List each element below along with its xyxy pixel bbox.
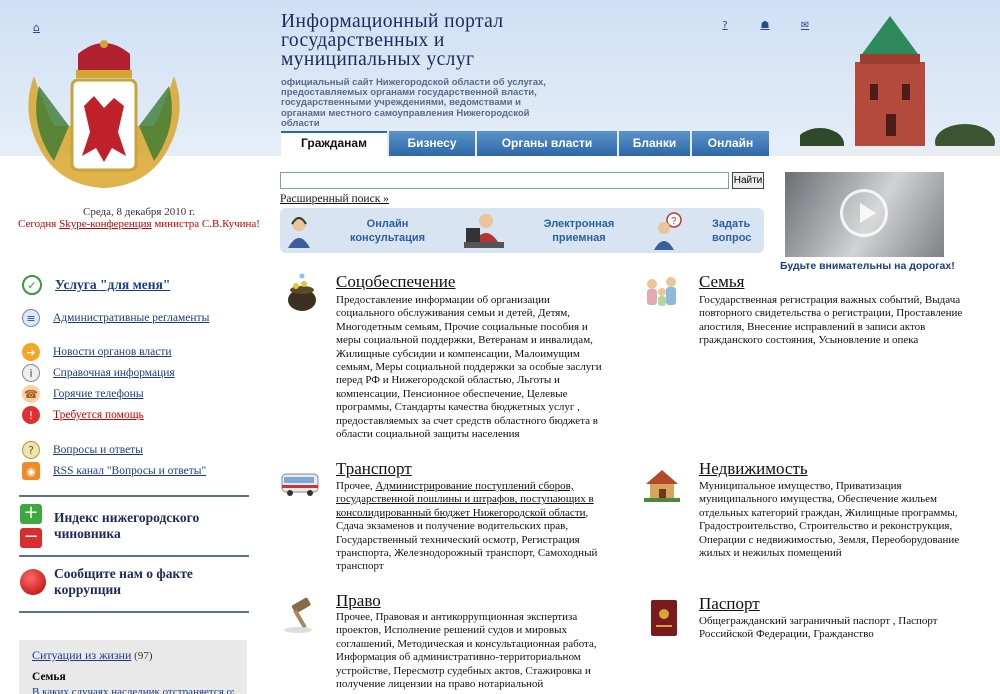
- svg-text:?: ?: [671, 216, 677, 227]
- situation-category: Семья: [32, 671, 66, 683]
- red-button-icon: [20, 569, 46, 595]
- coat-of-arms-icon: [28, 40, 180, 188]
- nav-item-reference[interactable]: i Справочная информация: [22, 364, 175, 382]
- category-desc-law: Прочее, Правовая и антикоррупционная экс…: [336, 611, 597, 691]
- life-situations-count: (97): [134, 650, 153, 662]
- document-icon: ≡: [22, 309, 40, 327]
- official-index-label[interactable]: Индекс нижегородского чиновника: [54, 510, 224, 542]
- category-title-transport[interactable]: Транспорт: [336, 459, 412, 479]
- kremlin-tower-icon: [800, 16, 1000, 156]
- nav-item-rss[interactable]: ◉ RSS канал "Вопросы и ответы": [22, 462, 206, 480]
- main-tabs: Гражданам Бизнесу Органы власти Бланки О…: [281, 131, 771, 156]
- play-icon[interactable]: [840, 189, 888, 237]
- search-input[interactable]: [280, 172, 729, 189]
- category-desc-passport: Общегражданский заграничный паспорт , Па…: [699, 615, 938, 641]
- tab-online[interactable]: Онлайн: [692, 131, 769, 156]
- consultant-icon: [288, 217, 310, 248]
- ask-question-icon: ?: [654, 212, 682, 250]
- nav-link-reference[interactable]: Справочная информация: [53, 367, 175, 379]
- nav-link-faq[interactable]: Вопросы и ответы: [53, 444, 143, 456]
- corruption-report-label[interactable]: Сообщите нам о факте коррупции: [54, 566, 224, 598]
- services-bar: Онлайн консультация Электронная приемная…: [280, 208, 764, 253]
- transport-desc-prefix: Прочее,: [336, 480, 376, 492]
- gavel-icon: [284, 597, 312, 633]
- nav-link-regulations[interactable]: Административные регламенты: [53, 312, 209, 324]
- nav-item-news[interactable]: ➔ Новости органов власти: [22, 343, 172, 361]
- current-date: Среда, 8 декабря 2010 г.: [82, 206, 196, 218]
- category-title-law[interactable]: Право: [336, 591, 381, 611]
- alert-icon: !: [22, 406, 40, 424]
- category-desc-realty: Муниципальное имущество, Приватизация му…: [699, 480, 960, 560]
- house-icon: [644, 470, 680, 502]
- info-book-icon: i: [22, 364, 40, 382]
- home-icon[interactable]: ⌂: [33, 21, 40, 34]
- corruption-report-promo[interactable]: Сообщите нам о факте коррупции: [20, 566, 224, 598]
- search-button[interactable]: Найти: [732, 172, 764, 189]
- nav-my-service[interactable]: ✓ Услуга "для меня": [22, 275, 170, 295]
- divider: [19, 611, 249, 613]
- skype-suffix: министра С.В.Кучина!: [151, 218, 260, 230]
- top-icons: ? ☗ ✉: [718, 20, 812, 32]
- portal-subtitle: официальный сайт Нижегородской области о…: [281, 77, 546, 129]
- tab-authorities[interactable]: Органы власти: [477, 131, 617, 156]
- category-desc-family: Государственная регистрация важных событ…: [699, 294, 963, 347]
- nav-item-regulations[interactable]: ≡ Административные регламенты: [22, 309, 209, 327]
- plus-minus-icon: + −: [20, 504, 46, 548]
- nav-item-hotlines[interactable]: ☎ Горячие телефоны: [22, 385, 144, 403]
- nav-link-news[interactable]: Новости органов власти: [53, 346, 172, 358]
- nav-link-help[interactable]: Требуется помощь: [53, 409, 144, 421]
- situation-text[interactable]: В каких случаях наследник отстраняется о…: [32, 686, 234, 694]
- nav-item-help[interactable]: ! Требуется помощь: [22, 406, 144, 424]
- category-title-realty[interactable]: Недвижимость: [699, 459, 808, 479]
- video-caption[interactable]: Будьте внимательны на дорогах!: [780, 260, 955, 272]
- skype-announcement: Сегодня Skype-конференция министра С.В.К…: [0, 218, 278, 230]
- nav-link-hotlines[interactable]: Горячие телефоны: [53, 388, 144, 400]
- official-index-promo[interactable]: + − Индекс нижегородского чиновника: [20, 504, 224, 548]
- skype-prefix: Сегодня: [18, 218, 60, 230]
- category-title-passport[interactable]: Паспорт: [699, 594, 760, 614]
- nav-item-faq[interactable]: ? Вопросы и ответы: [22, 441, 143, 459]
- help-icon[interactable]: ?: [718, 20, 732, 32]
- reception-operator-icon: [464, 214, 504, 248]
- checkmark-icon: ✓: [22, 275, 42, 295]
- divider: [19, 555, 249, 557]
- category-title-social[interactable]: Соцобеспечение: [336, 272, 455, 292]
- life-situations-link[interactable]: Ситуации из жизни: [32, 648, 131, 662]
- nav-link-rss[interactable]: RSS канал "Вопросы и ответы": [53, 465, 206, 477]
- bus-icon: [281, 473, 319, 496]
- category-desc-social: Предоставление информации об организации…: [336, 294, 602, 441]
- rss-icon: ◉: [22, 462, 40, 480]
- phone-icon: ☎: [22, 385, 40, 403]
- online-consultation-link[interactable]: Онлайн консультация: [340, 217, 435, 245]
- transport-duties-link[interactable]: Администрирование поступлений сборов, го…: [336, 480, 594, 519]
- passport-icon: [651, 600, 677, 636]
- arrow-right-icon: ➔: [22, 343, 40, 361]
- tab-citizens[interactable]: Гражданам: [281, 131, 387, 156]
- tab-business[interactable]: Бизнесу: [389, 131, 475, 156]
- skype-conference-link[interactable]: Skype-конференция: [59, 218, 151, 230]
- question-icon: ?: [22, 441, 40, 459]
- category-title-family[interactable]: Семья: [699, 272, 744, 292]
- coin-pot-icon: [288, 273, 316, 311]
- sitemap-icon[interactable]: ☗: [758, 20, 772, 32]
- tab-forms[interactable]: Бланки: [619, 131, 690, 156]
- ask-question-link[interactable]: Задать вопрос: [712, 217, 762, 245]
- advanced-search: Расширенный поиск »: [280, 193, 389, 205]
- divider: [19, 495, 249, 497]
- category-desc-transport: Прочее, Администрирование поступлений сб…: [336, 480, 608, 574]
- electronic-reception-link[interactable]: Электронная приемная: [534, 217, 624, 245]
- advanced-search-link[interactable]: Расширенный поиск »: [280, 193, 389, 205]
- my-service-link[interactable]: Услуга "для меня": [55, 277, 170, 293]
- life-situations-panel: Ситуации из жизни (97) Семья В каких слу…: [19, 640, 247, 694]
- family-icon: [647, 277, 676, 306]
- portal-title: Информационный портал государственных и …: [281, 11, 504, 70]
